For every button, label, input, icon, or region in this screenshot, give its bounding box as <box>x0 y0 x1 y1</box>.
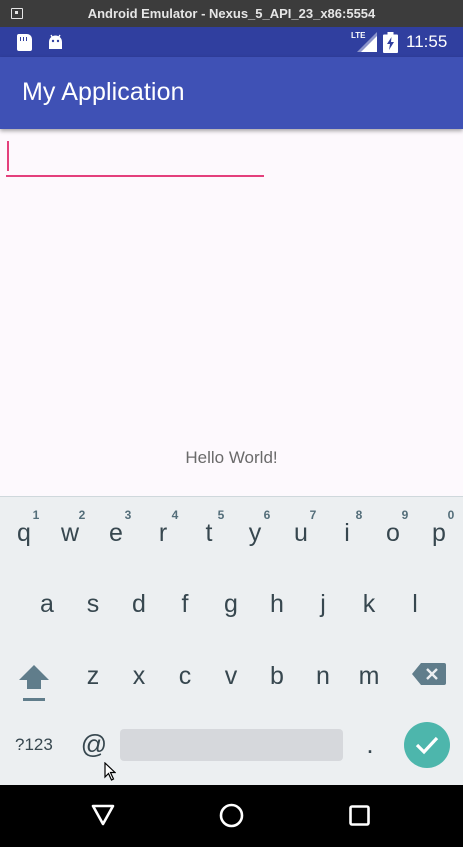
key-label-a: a <box>40 590 54 618</box>
key-z[interactable]: z <box>70 652 116 712</box>
key-u[interactable]: 7u <box>278 497 324 557</box>
key-j[interactable]: j <box>300 572 346 632</box>
mouse-pointer-icon <box>104 762 116 781</box>
shift-key-icon[interactable] <box>16 662 52 702</box>
key-label-h: h <box>270 590 284 618</box>
key-label-c: c <box>178 662 192 690</box>
key-label-b: b <box>270 662 284 690</box>
backspace-key-icon[interactable] <box>412 663 446 685</box>
key-r[interactable]: 4r <box>140 497 186 557</box>
navigation-bar <box>0 785 463 847</box>
emulator-title-bar: Android Emulator - Nexus_5_API_23_x86:55… <box>0 0 463 27</box>
key-s[interactable]: s <box>70 572 116 632</box>
symbols-key[interactable]: ?123 <box>15 735 59 755</box>
key-k[interactable]: k <box>346 572 392 632</box>
key-q[interactable]: 1q <box>1 497 47 557</box>
key-label-s: s <box>86 590 100 618</box>
battery-charging-icon <box>383 32 398 53</box>
key-f[interactable]: f <box>162 572 208 632</box>
main-content: Hello World! <box>0 129 463 496</box>
checkmark-icon <box>415 736 439 755</box>
key-o[interactable]: 9o <box>370 497 416 557</box>
space-key[interactable] <box>120 729 343 761</box>
key-label-o: o <box>386 519 400 547</box>
key-label-z: z <box>86 662 100 690</box>
app-toolbar: My Application <box>0 57 463 129</box>
key-label-l: l <box>412 590 418 618</box>
key-x[interactable]: x <box>116 652 162 712</box>
android-debug-icon <box>49 34 62 49</box>
text-input-field[interactable] <box>6 141 264 177</box>
key-label-w: w <box>60 519 80 547</box>
key-p[interactable]: 0p <box>416 497 462 557</box>
key-label-d: d <box>132 590 146 618</box>
key-label-t: t <box>205 519 213 547</box>
key-label-x: x <box>132 662 146 690</box>
key-label-p: p <box>432 519 446 547</box>
status-time: 11:55 <box>406 32 448 51</box>
period-key[interactable]: . <box>360 729 380 760</box>
key-label-j: j <box>320 590 326 618</box>
lte-signal-icon <box>357 32 377 52</box>
back-icon[interactable] <box>91 804 115 826</box>
key-label-m: m <box>358 662 380 690</box>
text-cursor <box>7 141 9 171</box>
key-e[interactable]: 3e <box>93 497 139 557</box>
hello-world-text: Hello World! <box>185 448 278 467</box>
key-d[interactable]: d <box>116 572 162 632</box>
key-label-i: i <box>344 519 350 547</box>
key-m[interactable]: m <box>346 652 392 712</box>
key-y[interactable]: 6y <box>232 497 278 557</box>
key-label-v: v <box>224 662 238 690</box>
key-label-y: y <box>248 519 262 547</box>
key-w[interactable]: 2w <box>47 497 93 557</box>
key-b[interactable]: b <box>254 652 300 712</box>
key-label-u: u <box>294 519 308 547</box>
home-icon[interactable] <box>219 803 244 828</box>
emulator-title: Android Emulator - Nexus_5_API_23_x86:55… <box>87 6 376 21</box>
key-label-r: r <box>158 519 168 547</box>
soft-keyboard: 1q2w3e4r5t6y7u8i9o0p a s d f g h j k l z x c v b nm ?… <box>0 496 463 785</box>
key-i[interactable]: 8i <box>324 497 370 557</box>
at-key[interactable]: @ <box>79 729 109 760</box>
key-n[interactable]: n <box>300 652 346 712</box>
key-label-g: g <box>224 590 238 618</box>
key-a[interactable]: a <box>24 572 70 632</box>
key-l[interactable]: l <box>392 572 438 632</box>
enter-key[interactable] <box>404 722 450 768</box>
recents-icon[interactable] <box>349 805 370 826</box>
key-g[interactable]: g <box>208 572 254 632</box>
key-label-n: n <box>316 662 330 690</box>
sd-card-icon <box>17 34 32 51</box>
key-c[interactable]: c <box>162 652 208 712</box>
key-t[interactable]: 5t <box>186 497 232 557</box>
app-title: My Application <box>22 78 185 106</box>
key-label-f: f <box>181 590 189 618</box>
emulator-window-icon[interactable] <box>11 8 23 19</box>
key-v[interactable]: v <box>208 652 254 712</box>
key-label-q: q <box>17 519 31 547</box>
key-label-k: k <box>362 590 376 618</box>
status-bar: LTE 11:55 <box>0 27 463 57</box>
key-label-e: e <box>109 519 123 547</box>
key-h[interactable]: h <box>254 572 300 632</box>
